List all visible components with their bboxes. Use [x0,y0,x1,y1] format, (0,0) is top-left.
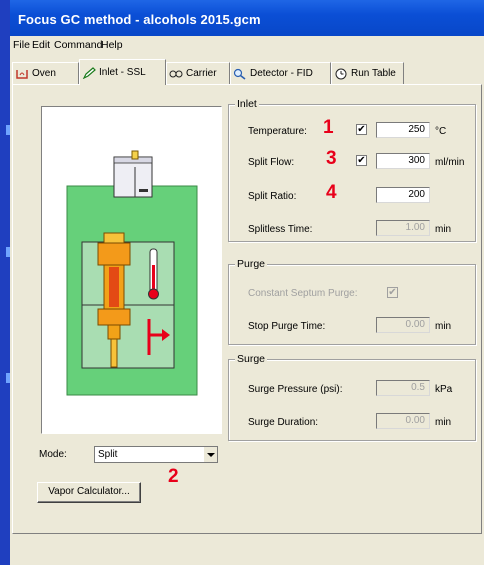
surge-duration-unit: min [435,417,452,428]
stop-purge-time-label: Stop Purge Time: [248,321,326,332]
menu-help[interactable]: Help [101,39,123,51]
splitless-time-input: 1.00 [376,220,430,236]
tab-carrier-label: Carrier [186,68,217,79]
inlet-diagram [66,150,198,396]
split-flow-input[interactable]: 300 [376,153,430,169]
title-bar[interactable]: Focus GC method - alcohols 2015.gcm [10,0,484,36]
constant-septum-purge-label: Constant Septum Purge: [248,288,358,299]
window-title: Focus GC method - alcohols 2015.gcm [18,12,261,27]
tab-inlet-ssl[interactable]: Inlet - SSL [79,59,166,85]
method-window: Focus GC method - alcohols 2015.gcm File… [10,0,484,565]
menu-edit[interactable]: Edit [32,39,50,51]
annotation-2: 2 [168,466,179,487]
inlet-schematic [41,106,222,434]
chevron-down-icon[interactable] [203,447,217,462]
temperature-unit: °C [435,126,447,137]
surge-group: Surge [228,353,476,441]
surge-group-caption: Surge [235,353,268,365]
split-ratio-label: Split Ratio: [248,191,297,202]
temperature-label: Temperature: [248,126,307,137]
menu-command[interactable]: Command [54,39,102,51]
tab-inlet-ssl-label: Inlet - SSL [99,67,146,78]
inlet-group: Inlet [228,98,476,242]
split-flow-checkbox[interactable]: ✔ [356,155,367,166]
mode-label: Mode: [39,449,67,460]
splitless-time-unit: min [435,224,452,235]
menu-bar: File Edit Command Help [10,36,484,54]
oven-icon [15,68,29,80]
splitless-time-label: Splitless Time: [248,224,313,235]
surge-pressure-unit: kPa [435,384,453,395]
mode-value: Split [98,449,118,460]
vapor-calculator-button[interactable]: Vapor Calculator... [37,482,141,503]
annotation-4: 4 [326,182,337,203]
carrier-icon [169,68,183,80]
surge-duration-input: 0.00 [376,413,430,429]
split-ratio-input[interactable]: 200 [376,187,430,203]
constant-septum-purge-checkbox: ✔ [387,287,398,298]
temperature-checkbox[interactable]: ✔ [356,124,367,135]
tab-oven-label: Oven [32,68,56,79]
tab-detector-fid[interactable]: Detector - FID [230,62,331,84]
inlet-group-caption: Inlet [235,98,259,110]
tab-detector-fid-label: Detector - FID [250,68,313,79]
purge-group: Purge [228,258,476,345]
tab-carrier[interactable]: Carrier [166,62,230,84]
split-flow-unit: ml/min [435,157,465,168]
stop-purge-time-unit: min [435,321,452,332]
tab-run-table[interactable]: Run Table [331,62,404,84]
surge-pressure-label: Surge Pressure (psi): [248,384,343,395]
tab-run-table-label: Run Table [351,68,396,79]
stop-purge-time-input: 0.00 [376,317,430,333]
split-flow-label: Split Flow: [248,157,295,168]
annotation-1: 1 [323,117,334,138]
purge-group-caption: Purge [235,258,268,270]
surge-pressure-input: 0.5 [376,380,430,396]
magnifier-icon [233,68,247,80]
desktop-edge [0,0,10,565]
menu-file[interactable]: File [13,39,30,51]
mode-dropdown[interactable]: Split [94,446,218,463]
annotation-3: 3 [326,148,337,169]
surge-duration-label: Surge Duration: [248,417,319,428]
temperature-input[interactable]: 250 [376,122,430,138]
pen-icon [82,66,96,79]
tab-oven[interactable]: Oven [12,62,79,84]
clock-icon [334,68,348,80]
